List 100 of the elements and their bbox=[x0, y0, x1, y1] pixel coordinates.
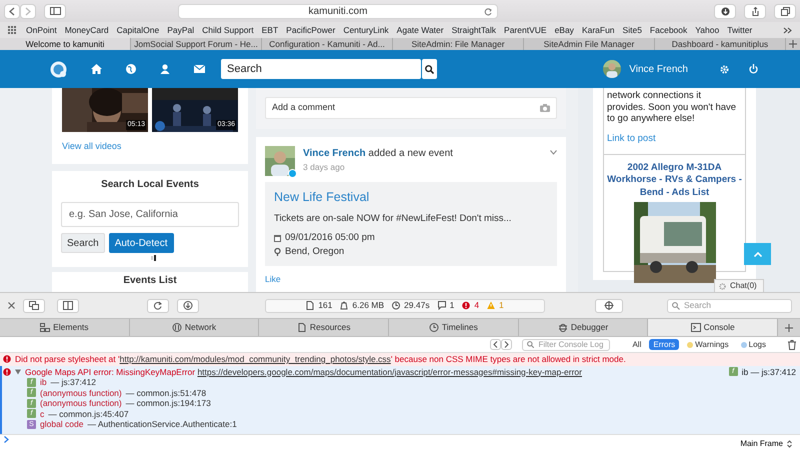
bookmark-link[interactable]: EBT bbox=[262, 24, 278, 36]
add-tab-icon[interactable] bbox=[785, 324, 794, 332]
back-button[interactable] bbox=[4, 4, 20, 18]
function-name: (anonymous function) bbox=[40, 388, 122, 398]
chevron-left-icon bbox=[493, 341, 498, 348]
power-icon[interactable] bbox=[749, 64, 758, 74]
view-all-link[interactable]: View all videos bbox=[62, 140, 122, 154]
comment-field[interactable]: Add a comment bbox=[265, 97, 557, 119]
bookmark-link[interactable]: Twitter bbox=[727, 24, 752, 36]
prompt-icon[interactable] bbox=[4, 436, 9, 442]
function-name: (anonymous function) bbox=[40, 398, 122, 408]
reload-button[interactable] bbox=[147, 298, 169, 312]
source-location-link[interactable]: — common.js:194:173 bbox=[126, 398, 211, 408]
home-icon[interactable] bbox=[91, 64, 102, 74]
bookmark-link[interactable]: Site5 bbox=[622, 24, 642, 36]
document-icon bbox=[296, 323, 307, 332]
bookmark-link[interactable]: CapitalOne bbox=[116, 24, 160, 36]
function-name: global code bbox=[40, 419, 84, 430]
bookmark-link[interactable]: CenturyLink bbox=[343, 24, 389, 36]
stat-value: 29.47s bbox=[404, 299, 430, 312]
bookmark-link[interactable]: eBay bbox=[554, 24, 574, 36]
bookmark-link[interactable]: Facebook bbox=[650, 24, 688, 36]
source-location-link[interactable]: — js:37:412 bbox=[50, 377, 96, 388]
url-link[interactable]: https://developers.google.com/maps/documentation/javascript/error-messages#missing-key-map-error bbox=[197, 366, 582, 376]
dock-button[interactable] bbox=[57, 298, 79, 312]
chevron-down-icon[interactable] bbox=[550, 150, 557, 155]
previous-button[interactable] bbox=[490, 339, 502, 350]
inspect-button[interactable] bbox=[595, 298, 623, 312]
function-name: c bbox=[40, 408, 44, 419]
more-bookmarks-icon[interactable] bbox=[783, 26, 792, 34]
address-field[interactable]: kamuniti.com bbox=[178, 4, 498, 18]
browser-tab[interactable]: Welcome to kamuniti bbox=[0, 38, 131, 50]
search-button[interactable] bbox=[422, 59, 437, 79]
bookmark-link[interactable]: ParentVUE bbox=[504, 24, 547, 36]
bookmark-link[interactable]: KaraFun bbox=[582, 24, 615, 36]
search-field[interactable]: Search bbox=[221, 59, 421, 79]
elements-icon bbox=[40, 323, 50, 332]
bookmark-link[interactable]: Agate Water bbox=[396, 24, 444, 36]
console-icon bbox=[690, 323, 701, 332]
location-field[interactable]: e.g. San Jose, California bbox=[61, 202, 239, 227]
bookmark-link[interactable]: MoneyCard bbox=[64, 24, 109, 36]
filter-button[interactable]: All bbox=[628, 339, 646, 350]
filter-button[interactable]: Warnings bbox=[683, 339, 733, 350]
card-title: Search Local Events bbox=[100, 178, 200, 192]
devtools-tab[interactable]: Console bbox=[648, 319, 778, 336]
detach-button[interactable] bbox=[23, 298, 45, 312]
author-link[interactable]: Vince French bbox=[303, 148, 366, 159]
next-button[interactable] bbox=[501, 339, 512, 350]
bookmark-link[interactable]: Yahoo bbox=[695, 24, 720, 36]
url-link[interactable]: http://kamuniti.com/modules/mod_community_trending_photos/style.css bbox=[120, 354, 391, 364]
source-location-link[interactable]: — common.js:51:478 bbox=[126, 388, 206, 398]
bookmark-link[interactable]: PacificPower bbox=[286, 24, 336, 36]
search-icon bbox=[527, 341, 534, 348]
source-link[interactable]: ib — js:37:412 bbox=[742, 366, 796, 377]
search-button[interactable]: Search bbox=[61, 233, 105, 253]
search-icon bbox=[672, 302, 680, 310]
user-icon[interactable] bbox=[160, 64, 170, 74]
card-title: Events List bbox=[122, 274, 178, 288]
auto-detect-button[interactable]: Auto-Detect bbox=[108, 233, 174, 253]
source-location-link[interactable]: — common.js:45:407 bbox=[48, 408, 129, 419]
bookmark-link[interactable]: OnPoint bbox=[26, 24, 57, 36]
disclosure-triangle-icon[interactable] bbox=[15, 368, 21, 375]
bookmark-link[interactable]: StraightTalk bbox=[452, 24, 496, 36]
like-link[interactable]: Like bbox=[265, 272, 281, 286]
updown-icon bbox=[787, 440, 792, 448]
download-button[interactable] bbox=[177, 298, 199, 312]
bookmark-link[interactable]: PayPal bbox=[167, 24, 194, 36]
reload-icon bbox=[153, 301, 163, 310]
sidebar-button[interactable] bbox=[44, 4, 66, 18]
source-location-link[interactable]: — AuthenticationService.Authenticate:1 bbox=[87, 419, 237, 430]
download-button[interactable] bbox=[714, 4, 736, 18]
tabs-button[interactable] bbox=[774, 4, 796, 18]
network-icon bbox=[172, 323, 182, 332]
event-title-link[interactable]: New Life Festival bbox=[274, 188, 548, 207]
share-button[interactable] bbox=[744, 4, 766, 18]
settings-icon[interactable] bbox=[720, 64, 729, 74]
close-icon[interactable] bbox=[8, 302, 15, 309]
new-tab-icon[interactable] bbox=[789, 40, 797, 48]
split-pane-icon bbox=[63, 301, 73, 310]
mail-icon[interactable] bbox=[194, 65, 205, 73]
bug-icon bbox=[558, 323, 568, 332]
trash-icon[interactable] bbox=[788, 340, 796, 350]
chevron-up-icon bbox=[754, 252, 762, 256]
filter-button[interactable]: Logs bbox=[736, 339, 770, 350]
apps-grid-icon[interactable] bbox=[8, 26, 16, 34]
post-time: 3 days ago bbox=[303, 161, 346, 174]
browser-tab[interactable]: JomSocial Support Forum - He... bbox=[131, 38, 262, 50]
user-name-link[interactable]: Vince French bbox=[629, 62, 688, 76]
reload-icon[interactable] bbox=[484, 8, 492, 16]
ad-title-link[interactable]: 2002 Allegro M-31DA Workhorse - RVs & Campers - Bend - Ads List bbox=[604, 154, 745, 202]
filter-button[interactable]: Errors bbox=[649, 339, 680, 350]
link-to-post[interactable]: Link to post bbox=[607, 132, 656, 146]
logo-icon[interactable] bbox=[50, 60, 67, 78]
chevron-right-icon bbox=[504, 341, 510, 348]
bookmark-link[interactable]: Child Support bbox=[202, 24, 254, 36]
chat-button[interactable]: Chat(0) bbox=[714, 279, 764, 292]
frame-selector[interactable]: Main Frame bbox=[740, 438, 792, 450]
address-text: kamuniti.com bbox=[308, 4, 368, 18]
globe-icon[interactable] bbox=[126, 64, 136, 74]
share-icon bbox=[750, 6, 760, 16]
